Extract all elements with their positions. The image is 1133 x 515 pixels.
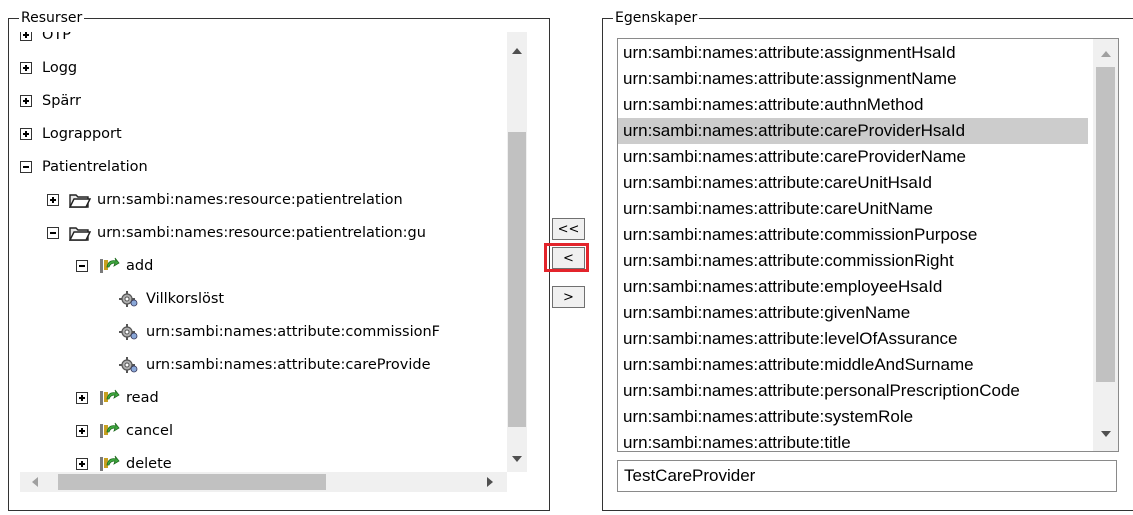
scroll-up-arrow-icon[interactable] [1101, 51, 1111, 57]
tree-item-label: add [126, 258, 154, 274]
tree-vertical-scrollbar[interactable] [507, 32, 527, 472]
expand-icon[interactable] [20, 128, 32, 140]
tree-item[interactable]: Logg [20, 55, 77, 81]
expand-icon[interactable] [20, 32, 32, 41]
resources-legend: Resurser [19, 10, 85, 26]
property-list-item[interactable]: urn:sambi:names:attribute:careUnitName [618, 196, 1088, 222]
tree-item-label: Logg [42, 60, 78, 76]
tree-item[interactable]: delete [76, 451, 172, 472]
remove-button[interactable]: > [552, 286, 585, 308]
tree-item[interactable]: Villkorslöst [118, 286, 224, 312]
gear-icon [118, 323, 140, 341]
property-list-item[interactable]: urn:sambi:names:attribute:commissionPurp… [618, 222, 1088, 248]
property-list-item[interactable]: urn:sambi:names:attribute:careUnitHsaId [618, 170, 1088, 196]
tree-item-label: urn:sambi:names:attribute:careProvide [146, 357, 431, 373]
action-icon [98, 257, 120, 275]
folder-icon [68, 191, 92, 209]
property-list-item[interactable]: urn:sambi:names:attribute:careProviderHs… [618, 118, 1088, 144]
tree-horizontal-scrollbar[interactable] [20, 472, 507, 492]
expand-icon[interactable] [76, 458, 88, 470]
property-list-item[interactable]: urn:sambi:names:attribute:commissionRigh… [618, 248, 1088, 274]
property-list-item[interactable]: urn:sambi:names:attribute:assignmentHsaI… [618, 40, 1088, 66]
tree-item-label: cancel [126, 423, 173, 439]
collapse-icon[interactable] [76, 260, 88, 272]
tree-hscroll-thumb[interactable] [58, 474, 326, 490]
action-icon [98, 455, 120, 472]
scroll-up-arrow-icon[interactable] [512, 48, 522, 54]
property-value-input[interactable]: TestCareProvider [617, 460, 1117, 492]
property-list-item[interactable]: urn:sambi:names:attribute:careProviderNa… [618, 144, 1088, 170]
properties-vertical-scrollbar[interactable] [1093, 39, 1118, 451]
tree-item[interactable]: OTP [20, 32, 71, 48]
property-list-item[interactable]: urn:sambi:names:attribute:personalPrescr… [618, 378, 1088, 404]
properties-legend: Egenskaper [613, 10, 700, 26]
property-list-item[interactable]: urn:sambi:names:attribute:employeeHsaId [618, 274, 1088, 300]
scroll-right-arrow-icon[interactable] [487, 477, 493, 487]
tree-item-label: urn:sambi:names:attribute:commissionF [146, 324, 441, 340]
property-list-item[interactable]: urn:sambi:names:attribute:givenName [618, 300, 1088, 326]
scroll-down-arrow-icon[interactable] [1101, 431, 1111, 437]
add-button[interactable]: < [552, 247, 585, 269]
tree-item-label: Patientrelation [42, 159, 148, 175]
tree-item[interactable]: Patientrelation [20, 154, 148, 180]
tree-item-label: Villkorslöst [146, 291, 225, 307]
tree-item-label: urn:sambi:names:resource:patientrelation… [97, 225, 426, 241]
tree-item[interactable]: urn:sambi:names:resource:patientrelation [47, 187, 403, 213]
tree-item-label: delete [126, 456, 172, 472]
tree-item[interactable]: Lograpport [20, 121, 122, 147]
tree-item-label: read [126, 390, 159, 406]
tree-item-label: urn:sambi:names:resource:patientrelation [97, 192, 403, 208]
tree-scroll-thumb[interactable] [508, 132, 526, 427]
properties-scroll-thumb[interactable] [1096, 67, 1115, 382]
scroll-down-arrow-icon[interactable] [512, 456, 522, 462]
scroll-left-arrow-icon[interactable] [32, 477, 38, 487]
tree-item[interactable]: urn:sambi:names:attribute:careProvide [118, 352, 431, 378]
tree-item[interactable]: add [76, 253, 153, 279]
tree-item-label: Lograpport [42, 126, 122, 142]
property-list-item[interactable]: urn:sambi:names:attribute:levelOfAssuran… [618, 326, 1088, 352]
property-list-item[interactable]: urn:sambi:names:attribute:systemRole [618, 404, 1088, 430]
property-list-item[interactable]: urn:sambi:names:attribute:middleAndSurna… [618, 352, 1088, 378]
gear-icon [118, 290, 140, 308]
gear-icon [118, 356, 140, 374]
collapse-icon[interactable] [47, 227, 59, 239]
expand-icon[interactable] [20, 62, 32, 74]
tree-item[interactable]: cancel [76, 418, 173, 444]
action-icon [98, 389, 120, 407]
expand-icon[interactable] [76, 425, 88, 437]
resource-tree: OTP Logg Spärr Lograpport Patientrelation urn… [20, 32, 507, 472]
tree-item[interactable]: Spärr [20, 88, 81, 114]
tree-item[interactable]: read [76, 385, 159, 411]
property-list-item[interactable]: urn:sambi:names:attribute:authnMethod [618, 92, 1088, 118]
expand-icon[interactable] [20, 95, 32, 107]
tree-item-label: OTP [42, 32, 72, 43]
tree-item[interactable]: urn:sambi:names:resource:patientrelation… [47, 220, 426, 246]
property-list-item[interactable]: urn:sambi:names:attribute:title [618, 430, 1088, 451]
collapse-icon[interactable] [20, 161, 32, 173]
add-all-button[interactable]: << [552, 218, 585, 240]
tree-item-label: Spärr [42, 93, 81, 109]
expand-icon[interactable] [47, 194, 59, 206]
property-list-item[interactable]: urn:sambi:names:attribute:assignmentName [618, 66, 1088, 92]
action-icon [98, 422, 120, 440]
properties-listbox[interactable]: urn:sambi:names:attribute:title urn:sambi… [617, 38, 1119, 452]
expand-icon[interactable] [76, 392, 88, 404]
folder-icon [68, 224, 92, 242]
tree-item[interactable]: urn:sambi:names:attribute:commissionF [118, 319, 440, 345]
